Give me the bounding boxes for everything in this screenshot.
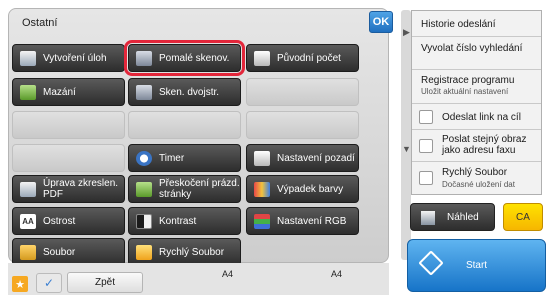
slow-scan-button[interactable]: Pomalé skenov. (124, 40, 245, 76)
slow-scan-label: Pomalé skenov. (159, 52, 230, 64)
quick-file-side-sublabel: Dočasné uložení dat (442, 180, 515, 189)
original-count-icon (254, 51, 270, 66)
job-build-button[interactable]: Vytvoření úloh (12, 44, 125, 72)
file-button[interactable]: Soubor (12, 238, 125, 266)
slow-scan-icon (136, 51, 152, 66)
empty-slot (246, 111, 359, 139)
quick-file-side-label: Rychlý Soubor (442, 167, 508, 178)
sharpness-icon: AA (20, 214, 36, 229)
sharpness-label: Ostrost (43, 215, 76, 227)
empty-slot (246, 78, 359, 106)
start-label: Start (465, 260, 488, 271)
bottom-bar (8, 263, 389, 295)
color-dropout-label: Výpadek barvy (277, 183, 344, 195)
recall-search-number-item[interactable]: Vyvolat číslo vyhledání (412, 37, 541, 70)
clock-icon (136, 151, 152, 166)
dual-page-scan-icon (136, 85, 152, 100)
register-program-sublabel: Uložit aktuální nastavení (421, 87, 509, 96)
send-link-checkbox[interactable] (419, 110, 433, 124)
contrast-icon (136, 214, 152, 229)
sharpness-button[interactable]: AA Ostrost (12, 207, 125, 235)
job-build-label: Vytvoření úloh (43, 52, 107, 64)
register-program-label: Registrace programu (421, 75, 515, 86)
preview-label: Náhled (447, 211, 479, 223)
send-same-image-checkbox[interactable] (419, 139, 433, 153)
background-setting-label: Nastavení pozadí (277, 152, 355, 164)
send-link-item[interactable]: Odeslat link na cíl (412, 104, 541, 130)
pdf-skew-label: Úprava zkreslen. PDF (43, 178, 119, 200)
blank-page-skip-icon (136, 182, 152, 197)
pdf-skew-button[interactable]: Úprava zkreslen. PDF (12, 175, 125, 203)
start-icon (418, 250, 444, 276)
contrast-label: Kontrast (159, 215, 197, 227)
document-stack-icon (20, 51, 36, 66)
register-program-item[interactable]: Registrace programu Uložit aktuální nast… (412, 70, 541, 104)
preview-icon (421, 211, 435, 225)
start-button[interactable]: Start (407, 239, 546, 292)
rgb-icon (254, 214, 270, 229)
background-icon (254, 151, 270, 166)
erase-icon (20, 85, 36, 100)
paper-size-right: A4 (331, 269, 343, 279)
send-same-image-item[interactable]: Poslat stejný obraz jako adresu faxu (412, 130, 541, 162)
send-link-label: Odeslat link na cíl (442, 112, 521, 123)
rgb-setting-label: Nastavení RGB (277, 215, 347, 227)
original-count-button[interactable]: Původní počet (246, 44, 359, 72)
dual-page-scan-label: Sken. dvojstr. (159, 86, 220, 98)
quick-file-icon (136, 245, 152, 260)
clear-all-button[interactable]: CA (503, 203, 543, 231)
contrast-button[interactable]: Kontrast (128, 207, 241, 235)
quick-file-item[interactable]: Rychlý Soubor Dočasné uložení dat (412, 162, 541, 195)
background-setting-button[interactable]: Nastavení pozadí (246, 144, 359, 172)
panel-title: Ostatní (22, 17, 58, 29)
folder-icon (20, 245, 36, 260)
favorite-star-icon[interactable]: ★ (12, 276, 28, 292)
rgb-setting-button[interactable]: Nastavení RGB (246, 207, 359, 235)
timer-label: Timer (159, 152, 185, 164)
recall-search-number-label: Vyvolat číslo vyhledání (421, 43, 523, 54)
send-history-label: Historie odeslání (421, 19, 496, 30)
quick-file-checkbox[interactable] (419, 171, 433, 185)
send-history-item[interactable]: Historie odeslání (412, 11, 541, 37)
ok-button[interactable]: OK (369, 11, 393, 33)
action-panel: Historie odeslání Vyvolat číslo vyhledán… (411, 10, 542, 195)
erase-button[interactable]: Mazání (12, 78, 125, 106)
pdf-skew-icon (20, 182, 36, 197)
color-dropout-icon (254, 182, 270, 197)
send-same-image-label: Poslat stejný obraz jako adresu faxu (442, 134, 527, 156)
empty-slot (128, 111, 241, 139)
blank-page-skip-button[interactable]: Přeskočení prázd. stránky (128, 175, 241, 203)
preview-button[interactable]: Náhled (410, 203, 495, 231)
original-count-label: Původní počet (277, 52, 341, 64)
color-dropout-button[interactable]: Výpadek barvy (246, 175, 359, 203)
collapse-arrow-icon[interactable]: ▶ (403, 27, 410, 38)
checkmark-button[interactable]: ✓ (36, 273, 62, 293)
scroll-down-arrow-icon[interactable]: ▼ (402, 144, 411, 154)
file-label: Soubor (43, 246, 76, 258)
paper-size-left: A4 (222, 269, 234, 279)
back-button[interactable]: Zpět (67, 272, 143, 293)
blank-page-skip-label: Přeskočení prázd. stránky (159, 178, 240, 200)
empty-slot (12, 144, 125, 172)
quick-file-label: Rychlý Soubor (159, 246, 225, 258)
empty-slot (12, 111, 125, 139)
dual-page-scan-button[interactable]: Sken. dvojstr. (128, 78, 241, 106)
quick-file-button[interactable]: Rychlý Soubor (128, 238, 241, 266)
erase-label: Mazání (43, 86, 76, 98)
timer-button[interactable]: Timer (128, 144, 241, 172)
